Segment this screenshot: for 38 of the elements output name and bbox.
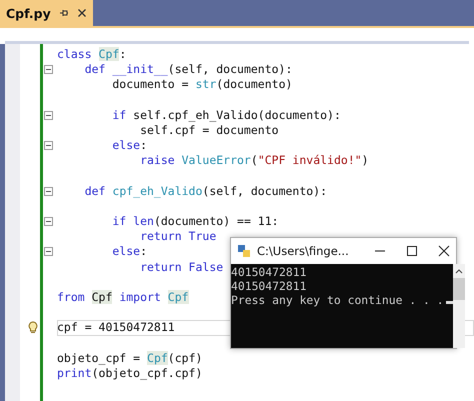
code-line: print(objeto_cpf.cpf) [57, 366, 202, 382]
code-line: return False [139, 260, 224, 275]
lightbulb-icon[interactable] [28, 321, 38, 334]
scroll-up-icon[interactable] [454, 268, 463, 274]
text-cursor [446, 301, 453, 304]
collapse-icon[interactable] [44, 141, 53, 150]
console-line: Press any key to continue . . . [231, 293, 444, 307]
code-line: return True [139, 229, 216, 244]
window-title: C:\Users\finge... [257, 244, 350, 258]
collapse-icon[interactable] [44, 186, 53, 196]
maximize-icon[interactable] [406, 245, 418, 257]
code-line: else: [111, 138, 148, 154]
scroll-thumb[interactable] [452, 278, 465, 300]
collapse-icon[interactable] [44, 217, 53, 226]
code-line: if self.cpf_eh_Valido(documento): [111, 108, 341, 123]
code-line: def cpf_eh_Valido(self, documento): [84, 184, 328, 199]
code-line: class Cpf: [57, 47, 126, 62]
code-line: self.cpf = documento [139, 122, 279, 138]
close-icon[interactable] [438, 245, 450, 257]
tab-label[interactable]: Cpf.py [6, 6, 51, 20]
python-icon [237, 244, 251, 258]
code-line: cpf = 40150472811 [57, 320, 175, 336]
collapse-icon[interactable] [44, 65, 53, 74]
code-line: raise ValueError("CPF inválido!") [139, 153, 369, 168]
close-icon[interactable] [76, 8, 87, 18]
code-line: objeto_cpf = Cpf(cpf) [57, 350, 202, 366]
scrollbar[interactable] [452, 264, 465, 348]
file-tab[interactable]: Cpf.py [0, 0, 93, 26]
code-line: from Cpf import Cpf [57, 290, 189, 306]
code-line: documento = str(documento) [111, 77, 292, 93]
code-line: def __init__(self, documento): [84, 62, 292, 78]
console-line: 40150472811 [231, 265, 306, 279]
code-line: if len(documento) == 11: [111, 214, 279, 230]
collapse-icon[interactable] [44, 247, 53, 256]
collapse-icon[interactable] [44, 110, 53, 120]
pin-icon[interactable] [58, 8, 69, 18]
console-line: 40150472811 [231, 279, 306, 293]
code-line: else: [111, 244, 148, 260]
